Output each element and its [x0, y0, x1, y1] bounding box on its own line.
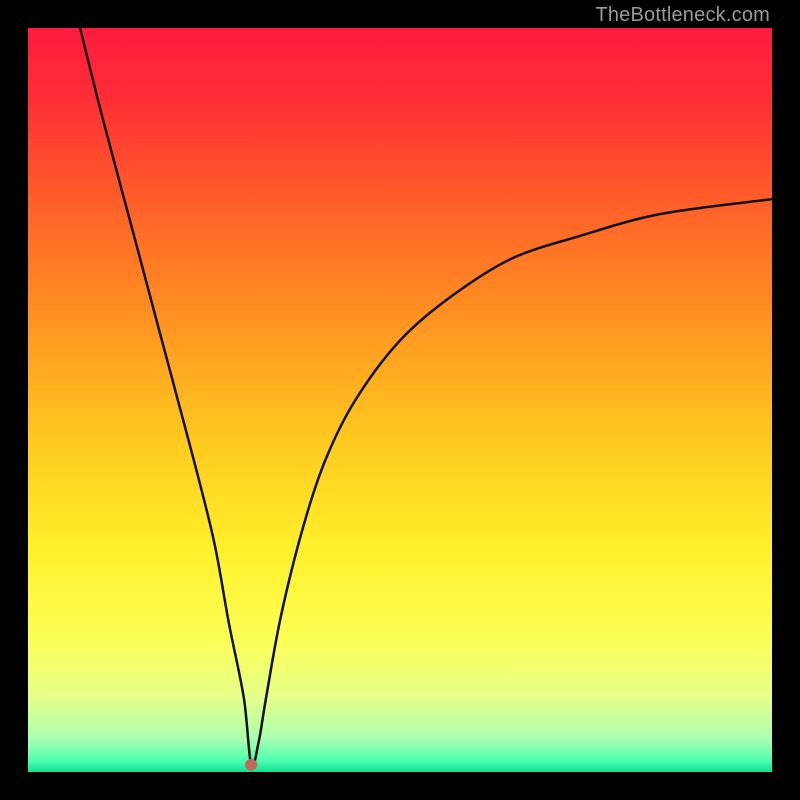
bottleneck-curve	[80, 28, 772, 766]
watermark-text: TheBottleneck.com	[595, 4, 770, 27]
minimum-marker	[245, 759, 257, 771]
curve-layer	[28, 28, 772, 772]
plot-area	[28, 28, 772, 772]
